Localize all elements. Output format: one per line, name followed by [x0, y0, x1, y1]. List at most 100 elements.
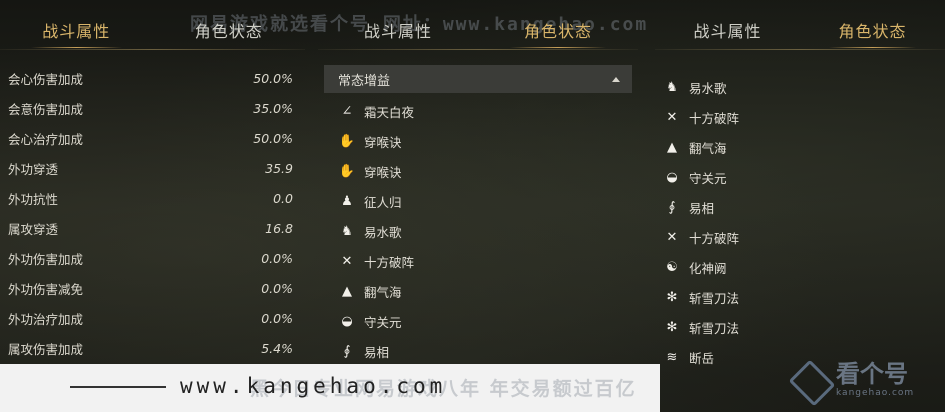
logo-cn: 看个号 — [836, 360, 908, 388]
stat-row: 会心治疗加成 50.0% — [0, 123, 305, 153]
caret-up-icon — [612, 76, 620, 82]
buff-item[interactable]: ☯ 化神阙 — [655, 252, 945, 282]
buff-label: 十方破阵 — [689, 110, 740, 126]
buff-category-dropdown[interactable]: 常态增益 — [324, 65, 632, 93]
tab-bar: 战斗属性 角色状态 — [655, 0, 945, 50]
stat-label: 会心治疗加成 — [8, 131, 84, 147]
buff-label: 守关元 — [689, 170, 727, 186]
stats-list: 会心伤害加成 50.0% 会意伤害加成 35.0% 会心治疗加成 50.0% 外功穿透… — [0, 63, 305, 363]
stat-label: 属攻穿透 — [8, 221, 59, 237]
buff-item[interactable]: ▲ 翻气海 — [655, 132, 945, 162]
snowflake-icon: ✻ — [666, 319, 678, 335]
footer-url: www.kangehao.com — [180, 374, 447, 398]
buff-item[interactable]: ✋ 穿喉诀 — [318, 126, 638, 156]
buff-label: 翻气海 — [364, 284, 402, 300]
stat-label: 外功伤害减免 — [8, 281, 84, 297]
buff-label: 霜天白夜 — [364, 104, 415, 120]
crossed-swords-icon: ✕ — [341, 253, 353, 269]
stat-row: 会心伤害加成 50.0% — [0, 63, 305, 93]
buff-label: 断岳 — [689, 350, 715, 366]
stat-label: 外功抗性 — [8, 191, 59, 207]
buff-item[interactable]: ✕ 十方破阵 — [655, 102, 945, 132]
buff-item[interactable]: ♞ 易水歌 — [655, 72, 945, 102]
buff-item[interactable]: ▲ 翻气海 — [318, 276, 638, 306]
swirl-icon: ∮ — [343, 343, 351, 359]
tab-bar: 战斗属性 角色状态 — [0, 0, 305, 50]
stat-row: 会意伤害加成 35.0% — [0, 93, 305, 123]
stat-value: 35.0% — [253, 100, 293, 116]
buff-list: ∠ 霜天白夜 ✋ 穿喉诀 ✋ 穿喉诀 ♟ 征人归 ♞ 易水歌 ✕ 十方破阵 ▲ 翻气海 ◒ 守关… — [318, 96, 638, 366]
stat-row: 外功穿透 35.9 — [0, 153, 305, 183]
buff-label: 易相 — [689, 200, 715, 216]
mountain-icon: ▲ — [342, 283, 352, 299]
snowflake-icon: ✻ — [666, 289, 678, 305]
figure-icon: ♟ — [341, 193, 353, 209]
buff-item[interactable]: ✋ 穿喉诀 — [318, 156, 638, 186]
tab-character-status[interactable]: 角色状态 — [800, 0, 945, 50]
buff-label: 易水歌 — [689, 80, 727, 96]
tab-bar: 战斗属性 角色状态 — [318, 0, 638, 50]
logo-icon — [790, 362, 830, 398]
stat-label: 属攻伤害加成 — [8, 341, 84, 357]
buff-label: 易相 — [364, 344, 390, 360]
stat-row: 外功抗性 0.0 — [0, 183, 305, 213]
stat-value: 5.4% — [261, 340, 293, 356]
stat-value: 16.8 — [265, 220, 293, 236]
buff-label: 穿喉诀 — [364, 164, 402, 180]
stats-panel: 战斗属性 角色状态 会心伤害加成 50.0% 会意伤害加成 35.0% 会心治疗加成… — [0, 0, 305, 363]
buff-label: 斩雪刀法 — [689, 290, 740, 306]
stat-row: 外功伤害加成 0.0% — [0, 243, 305, 273]
stat-value: 35.9 — [265, 160, 293, 176]
wave-icon: ≋ — [666, 349, 678, 365]
tab-battle-stats[interactable]: 战斗属性 — [0, 0, 153, 50]
buff-item[interactable]: ◒ 守关元 — [655, 162, 945, 192]
buff-item[interactable]: ✕ 十方破阵 — [318, 246, 638, 276]
buff-item[interactable]: ∠ 霜天白夜 — [318, 96, 638, 126]
status-panel-2: 战斗属性 角色状态 ♞ 易水歌 ✕ 十方破阵 ▲ 翻气海 ◒ 守关元 ∮ 易相 ✕ 十方破阵… — [655, 0, 945, 372]
buff-label: 穿喉诀 — [364, 134, 402, 150]
tab-divider — [0, 49, 305, 50]
horse-icon: ♞ — [341, 223, 353, 239]
buff-item[interactable]: ✻ 斩雪刀法 — [655, 282, 945, 312]
orb-icon: ☯ — [666, 259, 678, 275]
stat-label: 会心伤害加成 — [8, 71, 84, 87]
buff-list: ♞ 易水歌 ✕ 十方破阵 ▲ 翻气海 ◒ 守关元 ∮ 易相 ✕ 十方破阵 ☯ 化神阙 ✻ 斩雪刀… — [655, 72, 945, 372]
buff-item[interactable]: ∮ 易相 — [655, 192, 945, 222]
buff-label: 十方破阵 — [364, 254, 415, 270]
buff-item[interactable]: ✻ 斩雪刀法 — [655, 312, 945, 342]
buff-label: 征人归 — [364, 194, 402, 210]
buff-label: 十方破阵 — [689, 230, 740, 246]
tab-divider — [655, 49, 945, 50]
shield-icon: ◒ — [341, 313, 353, 329]
buff-item[interactable]: ✕ 十方破阵 — [655, 222, 945, 252]
footer-divider — [70, 386, 166, 388]
crossed-swords-icon: ✕ — [666, 109, 678, 125]
stat-value: 0.0% — [261, 310, 293, 326]
shield-icon: ◒ — [666, 169, 678, 185]
buff-label: 易水歌 — [364, 224, 402, 240]
hand-icon: ✋ — [338, 163, 356, 179]
stat-value: 0.0% — [261, 250, 293, 266]
horse-icon: ♞ — [666, 79, 678, 95]
stat-label: 外功穿透 — [8, 161, 59, 177]
stat-value: 0.0% — [261, 280, 293, 296]
buff-item[interactable]: ◒ 守关元 — [318, 306, 638, 336]
tab-battle-stats[interactable]: 战斗属性 — [655, 0, 800, 50]
tab-character-status[interactable]: 角色状态 — [153, 0, 306, 50]
tab-character-status[interactable]: 角色状态 — [478, 0, 638, 50]
mountain-icon: ▲ — [667, 139, 677, 155]
buff-item[interactable]: ♟ 征人归 — [318, 186, 638, 216]
status-panel-1: 战斗属性 角色状态 常态增益 ∠ 霜天白夜 ✋ 穿喉诀 ✋ 穿喉诀 ♟ 征人归 ♞ 易水歌… — [318, 0, 638, 366]
stat-row: 外功伤害减免 0.0% — [0, 273, 305, 303]
stat-row: 属攻伤害加成 5.4% — [0, 333, 305, 363]
buff-label: 守关元 — [364, 314, 402, 330]
stat-value: 50.0% — [253, 130, 293, 146]
buff-label: 翻气海 — [689, 140, 727, 156]
tab-divider — [318, 49, 638, 50]
tab-battle-stats[interactable]: 战斗属性 — [318, 0, 478, 50]
stat-label: 外功伤害加成 — [8, 251, 84, 267]
slash-icon: ∠ — [341, 103, 353, 119]
buff-item[interactable]: ♞ 易水歌 — [318, 216, 638, 246]
buff-item[interactable]: ∮ 易相 — [318, 336, 638, 366]
stat-row: 外功治疗加成 0.0% — [0, 303, 305, 333]
